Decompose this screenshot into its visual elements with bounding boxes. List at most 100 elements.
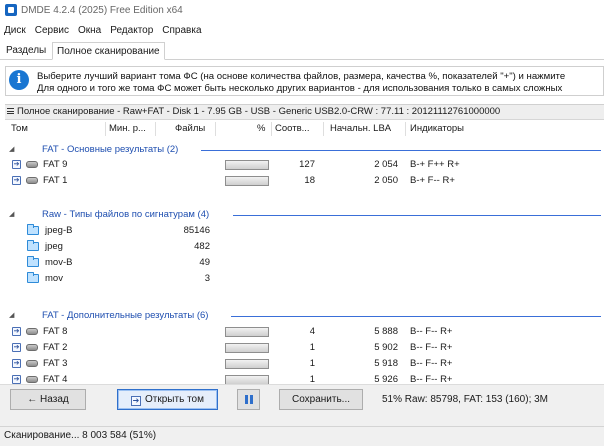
menu-windows[interactable]: Окна <box>78 25 101 36</box>
pause-icon-bar <box>250 395 253 404</box>
collapse-icon[interactable]: ◢ <box>9 210 14 218</box>
indicators: B-+ F-- R+ <box>410 175 455 186</box>
collapse-icon[interactable]: ◢ <box>9 145 14 153</box>
group-label: FAT - Основные результаты (2) <box>42 144 179 155</box>
percent-bar <box>225 343 269 353</box>
scan-results-panel: Полное сканирование - Raw+FAT - Disk 1 -… <box>5 104 604 385</box>
start-lba: 2 054 <box>374 159 398 170</box>
column-separator[interactable] <box>155 122 156 136</box>
file-count: 49 <box>199 257 210 268</box>
info-text-line-1: Выберите лучший вариант тома ФС (на осно… <box>37 71 566 82</box>
list-item[interactable]: mov-B 49 <box>5 256 604 270</box>
volume-name: FAT 9 <box>43 159 68 170</box>
disk-icon <box>26 376 38 383</box>
group-divider <box>233 215 601 216</box>
folder-icon <box>27 240 39 251</box>
app-logo-icon <box>5 4 17 16</box>
group-divider <box>231 316 601 317</box>
menu-icon[interactable] <box>7 108 14 114</box>
column-header-percent[interactable]: % <box>257 123 265 134</box>
column-header-start-lba[interactable]: Начальн. LBA <box>330 123 391 134</box>
column-header-files[interactable]: Файлы <box>175 123 205 134</box>
open-volume-button[interactable]: ➔ Открыть том <box>117 389 218 410</box>
menu-bar: Диск Сервис Окна Редактор Справка <box>0 22 604 38</box>
column-header-min[interactable]: Мин. р... <box>109 123 146 134</box>
group-label: Raw - Типы файлов по сигнатурам (4) <box>42 209 210 220</box>
menu-help[interactable]: Справка <box>162 25 201 36</box>
expand-arrow-icon[interactable]: ➔ <box>12 160 21 169</box>
column-header-indicators[interactable]: Индикаторы <box>410 123 464 134</box>
info-icon: i <box>9 70 29 90</box>
column-header-volume[interactable]: Том <box>11 123 28 134</box>
match-count: 18 <box>304 175 315 186</box>
window-title: DMDE 4.2.4 (2025) Free Edition x64 <box>21 4 183 16</box>
status-text: Сканирование... 8 003 584 (51%) <box>4 430 157 441</box>
group-divider <box>201 150 601 151</box>
pause-icon <box>245 395 248 404</box>
disk-icon <box>26 328 38 335</box>
expand-arrow-icon[interactable]: ➔ <box>12 327 21 336</box>
save-button[interactable]: Сохранить... <box>279 389 363 410</box>
arrow-right-icon: ➔ <box>131 396 142 406</box>
collapse-icon[interactable]: ◢ <box>9 311 14 319</box>
volume-name: FAT 8 <box>43 326 68 337</box>
file-count: 482 <box>194 241 210 252</box>
tab-strip: Разделы Полное сканирование <box>0 40 604 60</box>
volume-name: FAT 1 <box>43 175 68 186</box>
indicators: B-+ F++ R+ <box>410 159 460 170</box>
tab-full-scan[interactable]: Полное сканирование <box>52 42 165 60</box>
disk-icon <box>26 177 38 184</box>
table-row[interactable]: ➔ FAT 8 4 5 888 B-- F-- R+ <box>5 325 604 339</box>
menu-disk[interactable]: Диск <box>4 25 26 36</box>
percent-bar <box>225 359 269 369</box>
folder-icon <box>27 256 39 267</box>
group-header-fat-extra[interactable]: ◢ FAT - Дополнительные результаты (6) <box>5 309 604 323</box>
panel-title: Полное сканирование - Raw+FAT - Disk 1 -… <box>5 105 604 120</box>
list-item[interactable]: jpeg-B 85146 <box>5 224 604 238</box>
group-header-raw[interactable]: ◢ Raw - Типы файлов по сигнатурам (4) <box>5 208 604 222</box>
column-separator[interactable] <box>271 122 272 136</box>
status-bar: Сканирование... 8 003 584 (51%) <box>0 426 604 446</box>
expand-arrow-icon[interactable]: ➔ <box>12 176 21 185</box>
list-item[interactable]: mov 3 <box>5 272 604 286</box>
disk-icon <box>26 360 38 367</box>
file-type-name: jpeg <box>45 241 63 252</box>
table-row[interactable]: ➔ FAT 2 1 5 902 B-- F-- R+ <box>5 341 604 355</box>
folder-icon <box>27 272 39 283</box>
column-separator[interactable] <box>323 122 324 136</box>
column-separator[interactable] <box>105 122 106 136</box>
title-bar: DMDE 4.2.4 (2025) Free Edition x64 <box>0 0 604 20</box>
file-type-name: mov <box>45 273 63 284</box>
indicators: B-- F-- R+ <box>410 326 453 337</box>
column-separator[interactable] <box>405 122 406 136</box>
group-label: FAT - Дополнительные результаты (6) <box>42 310 209 321</box>
menu-service[interactable]: Сервис <box>35 25 69 36</box>
column-header-match[interactable]: Соотв... <box>275 123 310 134</box>
expand-arrow-icon[interactable]: ➔ <box>12 359 21 368</box>
table-row[interactable]: ➔ FAT 3 1 5 918 B-- F-- R+ <box>5 357 604 371</box>
start-lba: 5 888 <box>374 326 398 337</box>
back-button[interactable]: ← Назад <box>10 389 86 410</box>
button-bar: ← Назад ➔ Открыть том Сохранить... 51% Ra… <box>0 384 604 426</box>
expand-arrow-icon[interactable]: ➔ <box>12 375 21 384</box>
panel-title-text: Полное сканирование - Raw+FAT - Disk 1 -… <box>17 106 501 117</box>
column-separator[interactable] <box>215 122 216 136</box>
list-item[interactable]: jpeg 482 <box>5 240 604 254</box>
percent-bar <box>225 176 269 186</box>
scan-stats: 51% Raw: 85798, FAT: 153 (160); 3M <box>382 394 549 405</box>
disk-icon <box>26 344 38 351</box>
pause-button[interactable] <box>237 389 260 410</box>
info-text-line-2: Для одного и того же тома ФС может быть … <box>37 83 563 94</box>
indicators: B-- F-- R+ <box>410 358 453 369</box>
expand-arrow-icon[interactable]: ➔ <box>12 343 21 352</box>
table-row[interactable]: ➔ FAT 9 127 2 054 B-+ F++ R+ <box>5 158 604 172</box>
start-lba: 5 902 <box>374 342 398 353</box>
file-type-name: mov-B <box>45 257 73 268</box>
table-row[interactable]: ➔ FAT 1 18 2 050 B-+ F-- R+ <box>5 174 604 188</box>
percent-bar <box>225 327 269 337</box>
file-count: 85146 <box>183 225 210 236</box>
disk-icon <box>26 161 38 168</box>
tab-partitions[interactable]: Разделы <box>2 42 50 60</box>
menu-editor[interactable]: Редактор <box>110 25 153 36</box>
group-header-fat-main[interactable]: ◢ FAT - Основные результаты (2) <box>5 143 604 157</box>
